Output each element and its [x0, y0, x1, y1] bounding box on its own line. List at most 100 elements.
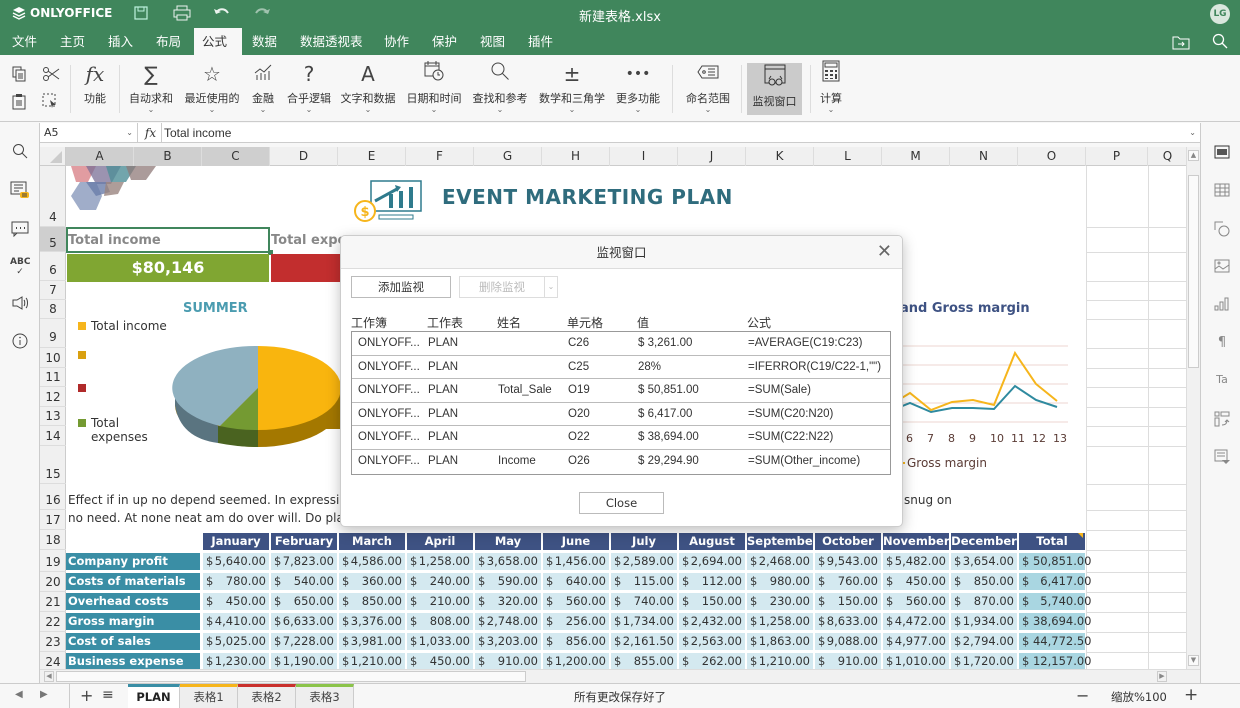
table-cell[interactable]: $450.00 — [203, 593, 269, 610]
watch-window-button[interactable]: 监视窗口 — [747, 63, 802, 115]
watch-row[interactable]: ONLYOFF... PLAN Total_Sale O19 $ 50,851.00 =S… — [352, 379, 890, 403]
delete-watch-dropdown[interactable]: ⌄ — [544, 276, 558, 298]
column-header-h[interactable]: H — [542, 147, 610, 166]
table-cell[interactable]: $1,258.00 — [407, 553, 473, 570]
watch-row[interactable]: ONLYOFF... PLAN C25 28% =IFERROR(C19/C22-1,"… — [352, 356, 890, 380]
table-cell[interactable]: $850.00 — [951, 573, 1017, 590]
table-cell[interactable]: $2,161.50 — [611, 633, 677, 650]
watch-row[interactable]: ONLYOFF... PLAN Income O26 $ 29,294.90 =SUM(O… — [352, 450, 890, 474]
table-cell[interactable]: $2,589.00 — [611, 553, 677, 570]
row-header-20[interactable]: 20 — [40, 572, 66, 592]
table-cell[interactable]: $650.00 — [271, 593, 337, 610]
insert-function-button[interactable]: fx — [140, 123, 162, 143]
table-cell[interactable]: $5,025.00 — [203, 633, 269, 650]
table-cell[interactable]: $262.00 — [679, 653, 745, 669]
row-header-11[interactable]: 11 — [40, 368, 66, 387]
column-header-n[interactable]: N — [950, 147, 1018, 166]
table-cell[interactable]: $4,977.00 — [883, 633, 949, 650]
table-cell[interactable]: $808.00 — [407, 613, 473, 630]
table-cell[interactable]: $5,640.00 — [203, 553, 269, 570]
text-art-settings-icon[interactable]: Ta — [1213, 373, 1231, 391]
column-header-e[interactable]: E — [338, 147, 406, 166]
spellcheck-icon[interactable]: ABC ✓ — [10, 257, 30, 277]
scroll-thumb[interactable] — [1188, 175, 1199, 368]
add-watch-button[interactable]: 添加监视 — [351, 276, 451, 298]
table-cell[interactable]: $560.00 — [883, 593, 949, 610]
zoom-level[interactable]: 缩放%100 — [1111, 689, 1167, 705]
calculation-button[interactable]: 计算 ⌄ — [816, 60, 846, 118]
table-cell[interactable]: $560.00 — [543, 593, 609, 610]
table-cell[interactable]: $2,563.00 — [679, 633, 745, 650]
row-header-7[interactable]: 7 — [40, 281, 66, 300]
cell-settings-icon[interactable] — [1213, 145, 1231, 163]
row-header-23[interactable]: 23 — [40, 632, 66, 652]
column-header-i[interactable]: I — [610, 147, 678, 166]
table-cell[interactable]: $1,734.00 — [611, 613, 677, 630]
table-cell[interactable]: $4,472.00 — [883, 613, 949, 630]
table-cell[interactable]: $3,654.00 — [951, 553, 1017, 570]
vertical-scrollbar[interactable]: ▲ ▼ — [1186, 147, 1200, 669]
paragraph-settings-icon[interactable]: ¶ — [1213, 335, 1231, 353]
table-cell[interactable]: $7,228.00 — [271, 633, 337, 650]
table-cell[interactable]: $910.00 — [815, 653, 881, 669]
table-cell[interactable]: $2,748.00 — [475, 613, 541, 630]
column-header-a[interactable]: A — [66, 147, 134, 166]
logical-button[interactable]: ? 合乎逻辑 ⌄ — [284, 60, 334, 118]
zoom-out-button[interactable]: − — [1076, 686, 1089, 705]
tab-insert[interactable]: 插入 — [100, 28, 141, 55]
formula-input[interactable]: Total income — [164, 123, 231, 143]
function-button[interactable]: fx 功能 — [76, 60, 114, 118]
table-cell[interactable]: $850.00 — [339, 593, 405, 610]
chat-icon[interactable] — [10, 219, 30, 239]
table-cell[interactable]: $450.00 — [883, 573, 949, 590]
copy-icon[interactable] — [12, 66, 26, 85]
cut-icon[interactable] — [42, 66, 60, 85]
row-header-16[interactable]: 16 — [40, 490, 66, 510]
scroll-up-arrow[interactable]: ▲ — [1188, 150, 1199, 161]
table-cell[interactable]: $2,694.00 — [679, 553, 745, 570]
row-header-8[interactable]: 8 — [40, 300, 66, 319]
table-cell[interactable]: $590.00 — [475, 573, 541, 590]
table-cell[interactable]: $1,200.00 — [543, 653, 609, 669]
row-header-12[interactable]: 12 — [40, 387, 66, 407]
table-cell[interactable]: $980.00 — [747, 573, 813, 590]
table-cell[interactable]: $1,720.00 — [951, 653, 1017, 669]
table-cell[interactable]: $2,794.00 — [951, 633, 1017, 650]
table-cell[interactable]: $1,190.00 — [271, 653, 337, 669]
column-header-o[interactable]: O — [1018, 147, 1086, 166]
select-all-corner[interactable] — [40, 147, 66, 166]
table-cell[interactable]: $540.00 — [271, 573, 337, 590]
scroll-left-arrow[interactable]: ◀ — [44, 671, 54, 682]
table-cell[interactable]: $870.00 — [951, 593, 1017, 610]
row-header-17[interactable]: 17 — [40, 510, 66, 530]
scroll-thumb[interactable] — [56, 671, 526, 682]
column-header-g[interactable]: G — [474, 147, 542, 166]
math-trig-button[interactable]: ± 数学和三角学 ⌄ — [537, 60, 607, 118]
table-cell[interactable]: $4,410.00 — [203, 613, 269, 630]
image-settings-icon[interactable] — [1213, 259, 1231, 277]
tab-view[interactable]: 视图 — [472, 28, 513, 55]
total-cell[interactable]: $ 5,740.00 — [1019, 593, 1092, 610]
table-cell[interactable]: $3,376.00 — [339, 613, 405, 630]
tab-plugins[interactable]: 插件 — [520, 28, 561, 55]
table-cell[interactable]: $256.00 — [543, 613, 609, 630]
chart-settings-icon[interactable] — [1213, 297, 1231, 315]
table-cell[interactable]: $3,658.00 — [475, 553, 541, 570]
scroll-right-arrow[interactable]: ▶ — [1157, 671, 1167, 682]
open-location-icon[interactable] — [1172, 34, 1190, 53]
table-cell[interactable]: $855.00 — [611, 653, 677, 669]
table-cell[interactable]: $910.00 — [475, 653, 541, 669]
table-cell[interactable]: $640.00 — [543, 573, 609, 590]
user-avatar[interactable]: LG — [1210, 4, 1230, 24]
watch-row[interactable]: ONLYOFF... PLAN C26 $ 3,261.00 =AVERAGE(C19:… — [352, 332, 890, 356]
tab-layout[interactable]: 布局 — [148, 28, 189, 55]
table-cell[interactable]: $112.00 — [679, 573, 745, 590]
column-header-c[interactable]: C — [202, 147, 270, 166]
table-cell[interactable]: $3,981.00 — [339, 633, 405, 650]
close-icon[interactable]: ✕ — [877, 242, 892, 262]
table-cell[interactable]: $240.00 — [407, 573, 473, 590]
shape-settings-icon[interactable] — [1213, 221, 1231, 239]
column-header-j[interactable]: J — [678, 147, 746, 166]
column-header-k[interactable]: K — [746, 147, 814, 166]
named-ranges-button[interactable]: 命名范围 ⌄ — [680, 60, 736, 118]
